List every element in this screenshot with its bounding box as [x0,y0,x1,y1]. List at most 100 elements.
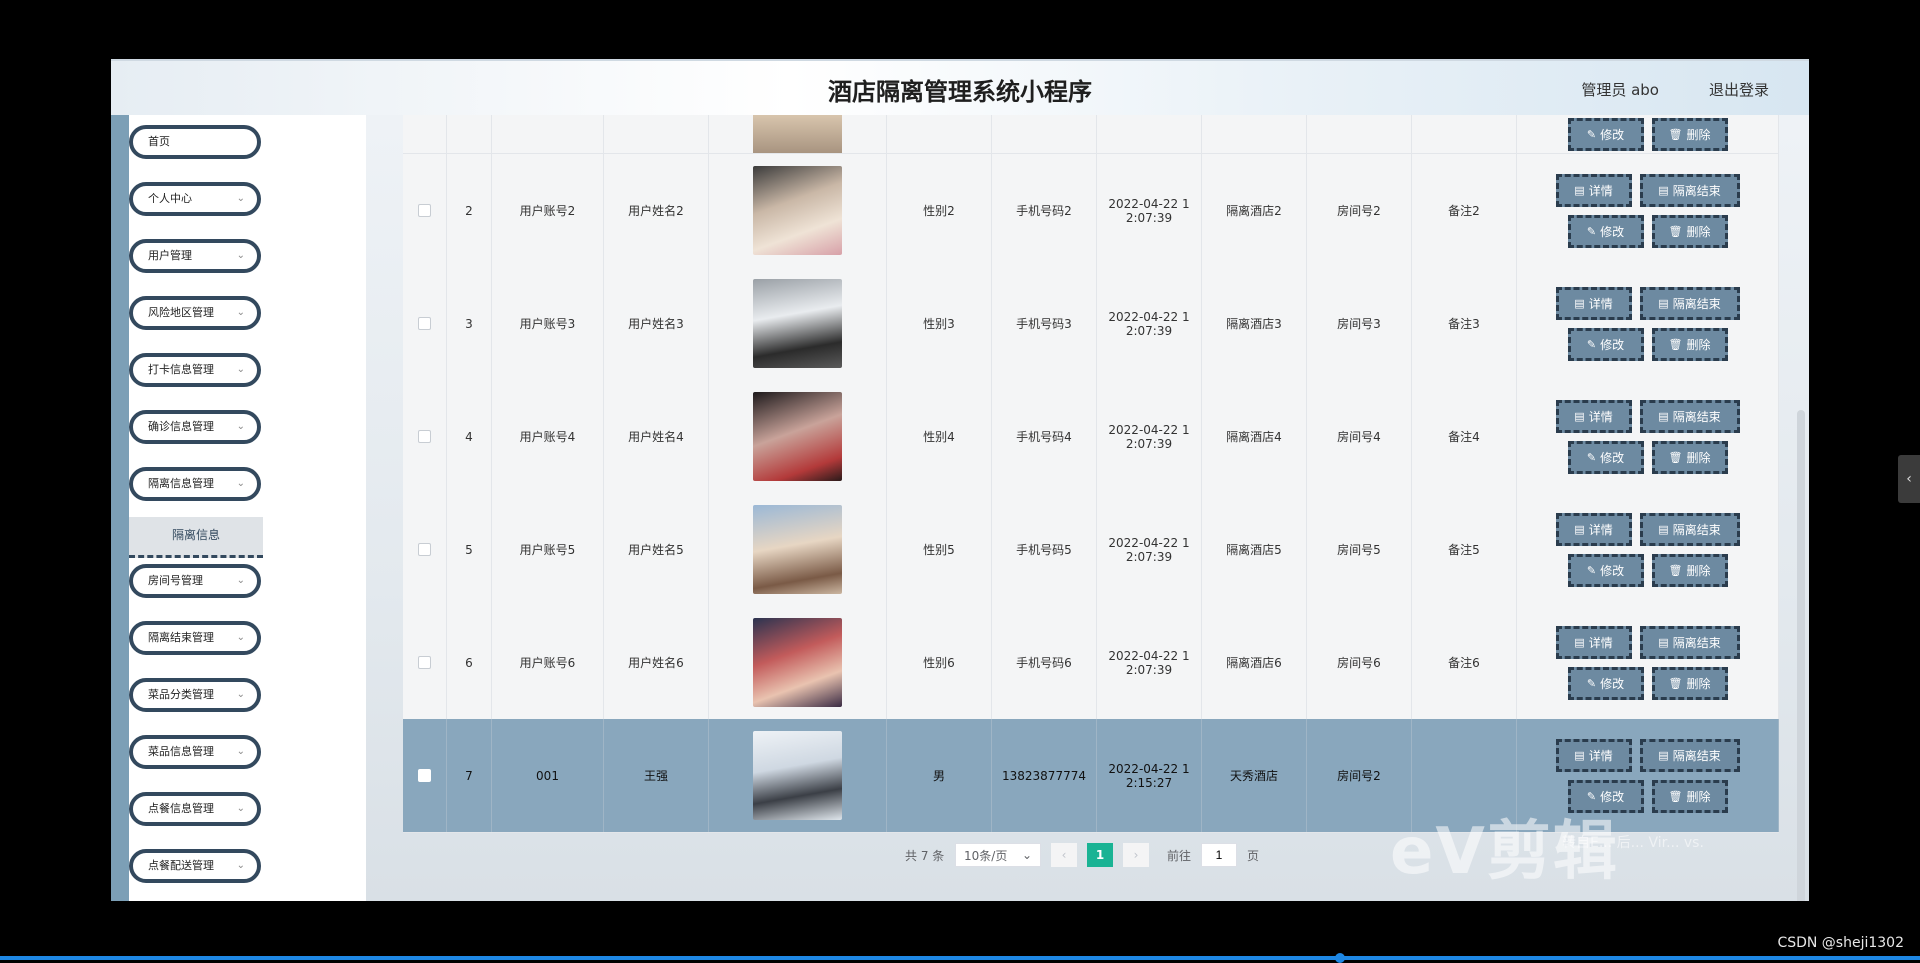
edit-icon: ✎ [1586,337,1597,351]
delete-button[interactable]: 🗑 删除 [1651,779,1728,813]
end-isolation-button[interactable]: ▤ 隔离结束 [1639,625,1740,659]
cell-room: 房间号6 [1307,606,1412,719]
row-checkbox[interactable] [418,317,431,330]
delete-label: 删除 [1686,224,1711,239]
video-progress-bar[interactable] [0,956,1920,960]
detail-label: 详情 [1588,635,1613,650]
edit-button[interactable]: ✎ 修改 [1567,214,1644,248]
end-isolation-button[interactable]: ▤ 隔离结束 [1639,738,1740,772]
cell-text-time: 2022-04-22 1 2:07:39 [1108,196,1190,225]
video-progress-knob[interactable] [1335,953,1346,963]
chevron-left-icon[interactable]: ‹ [1898,455,1920,503]
submenu-item[interactable]: 隔离信息 [129,517,263,558]
detail-label: 详情 [1588,522,1613,537]
row-checkbox[interactable] [418,656,431,669]
detail-label: 详情 [1588,183,1613,198]
vertical-scrollbar[interactable] [1797,410,1805,901]
end-isolation-button[interactable]: ▤ 隔离结束 [1639,512,1740,546]
page-number-current[interactable]: 1 [1087,843,1113,867]
delete-label: 删除 [1686,789,1711,804]
document-icon: ▤ [1658,748,1669,762]
sidebar: 首页 个人中心 ⌄ 用户管理 ⌄ 风险地区管理 ⌄ 打卡信息管理 ⌄ 确诊信息管理 ⌄ 隔离信息管理 ⌄… [111,115,366,901]
table-row[interactable]: 5 用户账号5 用户姓名5 性别5 手机号码5 2022-04-22 1 2:07:39 隔… [403,493,1779,607]
detail-button[interactable]: ▤ 详情 [1555,625,1632,659]
sidebar-item[interactable]: 用户管理 ⌄ [129,239,261,273]
sidebar-item[interactable]: 确诊信息管理 ⌄ [129,410,261,444]
cell-index: 5 [447,493,492,606]
sidebar-item[interactable]: 风险地区管理 ⌄ [129,296,261,330]
table-row[interactable]: 6 用户账号6 用户姓名6 性别6 手机号码6 2022-04-22 1 2:07:39 隔… [403,606,1779,720]
end-isolation-label: 隔离结束 [1672,522,1721,537]
detail-button[interactable]: ▤ 详情 [1555,512,1632,546]
end-isolation-button[interactable]: ▤ 隔离结束 [1639,399,1740,433]
document-icon: ▤ [1574,522,1585,536]
sidebar-item-label: 风险地区管理 [148,306,214,319]
sidebar-item-label: 个人中心 [148,192,192,205]
table-row[interactable]: 2 用户账号2 用户姓名2 性别2 手机号码2 2022-04-22 1 2:07:39 隔… [403,154,1779,268]
sidebar-item[interactable]: 房间号管理 ⌄ [129,564,261,598]
sidebar-item[interactable]: 隔离信息管理 ⌄ [129,467,261,501]
delete-button[interactable]: 🗑 删除 [1651,118,1728,151]
edit-button[interactable]: ✎ 修改 [1567,440,1644,474]
cell-text-room: 房间号2 [1337,204,1381,218]
cell-room: 房间号5 [1307,493,1412,606]
end-isolation-button[interactable]: ▤ 隔离结束 [1639,173,1740,207]
cell-ops: ▤ 详情 ▤ 隔离结束 ✎ 修改 🗑 删除 [1517,380,1779,493]
delete-button[interactable]: 🗑 删除 [1651,553,1728,587]
edit-label: 修改 [1600,224,1625,239]
page-size-select[interactable]: 10条/页 ⌄ [955,843,1041,867]
user-photo [753,731,842,820]
row-checkbox[interactable] [418,204,431,217]
detail-button[interactable]: ▤ 详情 [1555,738,1632,772]
cell-index: 6 [447,606,492,719]
delete-button[interactable]: 🗑 删除 [1651,666,1728,700]
table-row[interactable]: 4 用户账号4 用户姓名4 性别4 手机号码4 2022-04-22 1 2:07:39 隔… [403,380,1779,494]
prev-page-button[interactable]: ‹ [1051,843,1077,867]
edit-button[interactable]: ✎ 修改 [1567,118,1644,151]
cell-room: 房间号2 [1307,154,1412,267]
table-row-partial: ✎ 修改 🗑 删除 [403,115,1779,154]
sidebar-item[interactable]: 首页 [129,125,261,159]
cell-index: 7 [447,719,492,832]
cell-text-phone: 手机号码3 [1016,317,1072,331]
delete-button[interactable]: 🗑 删除 [1651,214,1728,248]
end-isolation-button[interactable]: ▤ 隔离结束 [1639,286,1740,320]
cell-text-name: 王强 [643,769,668,783]
cell-chk [403,380,447,493]
delete-button[interactable]: 🗑 删除 [1651,440,1728,474]
cell-text-note: 备注3 [1448,317,1480,331]
cell-account: 用户账号6 [492,606,604,719]
sidebar-item[interactable]: 个人中心 ⌄ [129,182,261,216]
delete-button[interactable]: 🗑 删除 [1651,327,1728,361]
sidebar-item[interactable]: 点餐信息管理 ⌄ [129,792,261,826]
chevron-down-icon: ⌄ [236,307,245,318]
cell-name: 用户姓名4 [604,380,709,493]
table-row[interactable]: 3 用户账号3 用户姓名3 性别3 手机号码3 2022-04-22 1 2:07:39 隔… [403,267,1779,381]
cell-phone: 手机号码5 [992,493,1097,606]
sidebar-item[interactable]: 打卡信息管理 ⌄ [129,353,261,387]
edit-button[interactable]: ✎ 修改 [1567,327,1644,361]
end-isolation-label: 隔离结束 [1672,183,1721,198]
document-icon: ▤ [1658,296,1669,310]
sidebar-item[interactable]: 点餐配送管理 ⌄ [129,849,261,883]
goto-page-input[interactable] [1201,843,1238,867]
detail-button[interactable]: ▤ 详情 [1555,286,1632,320]
cell-text-index: 2 [465,203,473,218]
edit-button[interactable]: ✎ 修改 [1567,553,1644,587]
cell-text-time: 2022-04-22 1 2:07:39 [1108,535,1190,564]
sidebar-item[interactable]: 菜品信息管理 ⌄ [129,735,261,769]
detail-button[interactable]: ▤ 详情 [1555,173,1632,207]
logout-link[interactable]: 退出登录 [1709,79,1769,100]
sidebar-item[interactable]: 菜品分类管理 ⌄ [129,678,261,712]
cell-gender: 性别6 [887,606,992,719]
sidebar-item[interactable]: 隔离结束管理 ⌄ [129,621,261,655]
row-checkbox[interactable] [418,769,431,782]
detail-button[interactable]: ▤ 详情 [1555,399,1632,433]
delete-label: 删除 [1686,563,1711,578]
row-checkbox[interactable] [418,430,431,443]
cell-note: 备注6 [1412,606,1517,719]
edit-button[interactable]: ✎ 修改 [1567,666,1644,700]
cell-text-name: 用户姓名5 [628,543,684,557]
next-page-button[interactable]: › [1123,843,1149,867]
row-checkbox[interactable] [418,543,431,556]
